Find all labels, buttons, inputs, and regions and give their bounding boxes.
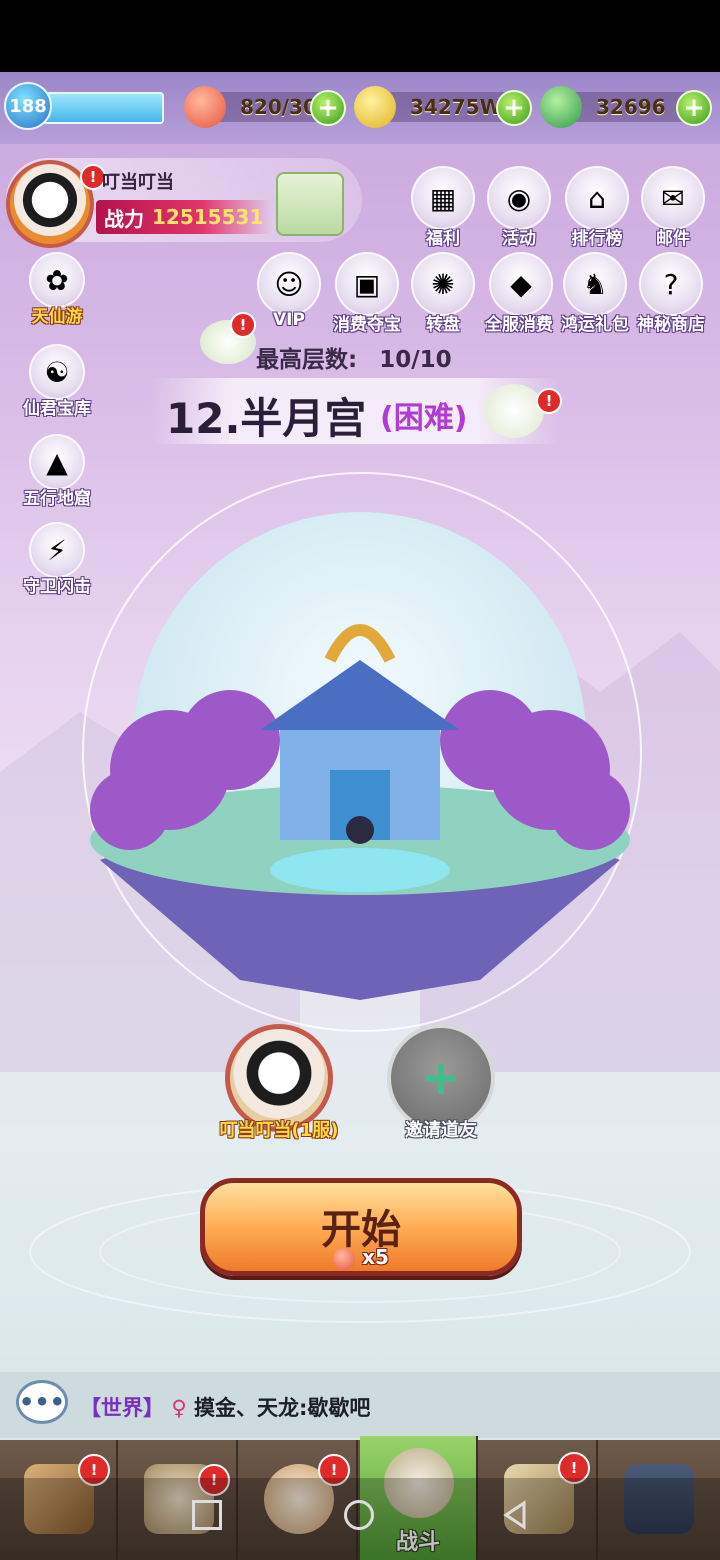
start-cost-value: x5 [362,1245,389,1269]
stage-difficulty[interactable]: (困难) [380,393,467,437]
spend-treasure-label: 消费夺宝 [333,315,401,335]
treasury-button[interactable]: ☯ 仙君宝库 [20,344,94,419]
jade-resource: 32696 + [540,86,712,128]
add-jade-button[interactable]: + [676,90,712,126]
power-label: 战力 [104,206,144,231]
vip-button[interactable]: ☺ VIP [252,252,326,330]
gift-calendar-icon: ▦ [411,166,475,230]
jewel-icon: ◆ [489,252,553,316]
spend-treasure-button[interactable]: ▣ 消费夺宝 [330,252,404,335]
peach-icon [333,1247,356,1270]
team-member-1[interactable]: 叮当叮当(1服) [214,1024,344,1142]
handshake-icon[interactable] [484,384,544,438]
guard-strike-label: 守卫闪击 [23,577,91,597]
vip-icon: ☺ [257,252,321,316]
tianxian-tour-button[interactable]: ✿ 天仙游 [20,252,94,327]
invite-friend-slot[interactable]: + 邀请道友 [376,1024,506,1142]
max-floor: 最高层数: 10/10 [256,340,452,374]
wheel-button[interactable]: ✺ 转盘 [406,252,480,335]
tianxian-tour-label: 天仙游 [31,307,83,327]
level-badge: 188 [4,82,52,130]
jade-dragon-icon [540,86,582,128]
chat-bubble-icon[interactable]: ••• [16,1380,68,1424]
peach-resource: 820/30 + [184,86,346,128]
welfare-button[interactable]: ▦ 福利 [406,166,480,249]
treasury-label: 仙君宝库 [23,399,91,419]
max-floor-value: 10/10 [379,347,452,373]
event-button[interactable]: ◉ 活动 [482,166,556,249]
invite-label: 邀请道友 [405,1120,477,1141]
recents-button[interactable] [192,1500,222,1530]
add-peach-button[interactable]: + [310,90,346,126]
paw-scroll-icon[interactable] [276,172,344,236]
dragon-icon: ♞ [563,252,627,316]
treasure-chest-icon: ▣ [335,252,399,316]
fortune-pack-label: 鸿运礼包 [561,315,629,335]
pavilion-icon: ⌂ [565,166,629,230]
crystal-icon: ▲ [29,434,85,490]
floating-island-palace [90,624,630,1000]
power-value: 12515531 [152,205,264,229]
back-button[interactable] [500,1500,530,1530]
red-pouch-icon: ✿ [29,252,85,308]
sweep-alert-badge: ! [230,312,256,338]
mystery-shop-button[interactable]: ? 神秘商店 [634,252,708,335]
welfare-label: 福利 [426,229,460,249]
chat-channel: 【世界】 [80,1396,164,1420]
server-spend-button[interactable]: ◆ 全服消费 [484,252,558,335]
coin-resource: 34275W + [354,86,532,128]
ranking-label: 排行榜 [571,229,623,249]
handshake-alert-badge: ! [536,388,562,414]
max-floor-label: 最高层数: [256,347,358,373]
server-spend-label: 全服消费 [485,315,553,335]
chat-message: 【世界】 ♀ 摸金、天龙:歇歇吧 [80,1392,370,1422]
mail-button[interactable]: ✉ 邮件 [636,166,710,249]
ranking-button[interactable]: ⌂ 排行榜 [560,166,634,249]
add-coin-button[interactable]: + [496,90,532,126]
vip-label: VIP [273,310,305,330]
wheel-label: 转盘 [426,315,460,335]
mail-gate-icon: ✉ [641,166,705,230]
five-elements-cave-button[interactable]: ▲ 五行地窟 [20,434,94,509]
mail-label: 邮件 [656,229,690,249]
lightning-shield-icon: ⚡ [29,522,85,578]
fortune-pack-button[interactable]: ♞ 鸿运礼包 [558,252,632,335]
member-name: 叮当叮当(1服) [219,1120,339,1141]
female-icon: ♀ [171,1396,187,1420]
start-cost: x5 [205,1245,517,1270]
mystery-shop-label: 神秘商店 [637,315,705,335]
combat-power: 战力 12515531 [96,200,272,234]
drum-icon: ◉ [487,166,551,230]
peach-icon [184,86,226,128]
event-label: 活动 [502,229,536,249]
wheel-icon: ✺ [411,252,475,316]
guard-strike-button[interactable]: ⚡ 守卫闪击 [20,522,94,597]
immortal-character-icon: ☯ [29,344,85,400]
five-elements-cave-label: 五行地窟 [23,489,91,509]
start-button[interactable]: 开始 x5 [200,1178,522,1276]
mystery-peach-icon: ? [639,252,703,316]
stage-name: 12.半月宫 [166,394,367,443]
home-button[interactable] [344,1500,374,1530]
player-name: 叮当叮当 [102,172,174,193]
chat-text: 摸金、天龙:歇歇吧 [194,1396,371,1420]
coin-icon [354,86,396,128]
